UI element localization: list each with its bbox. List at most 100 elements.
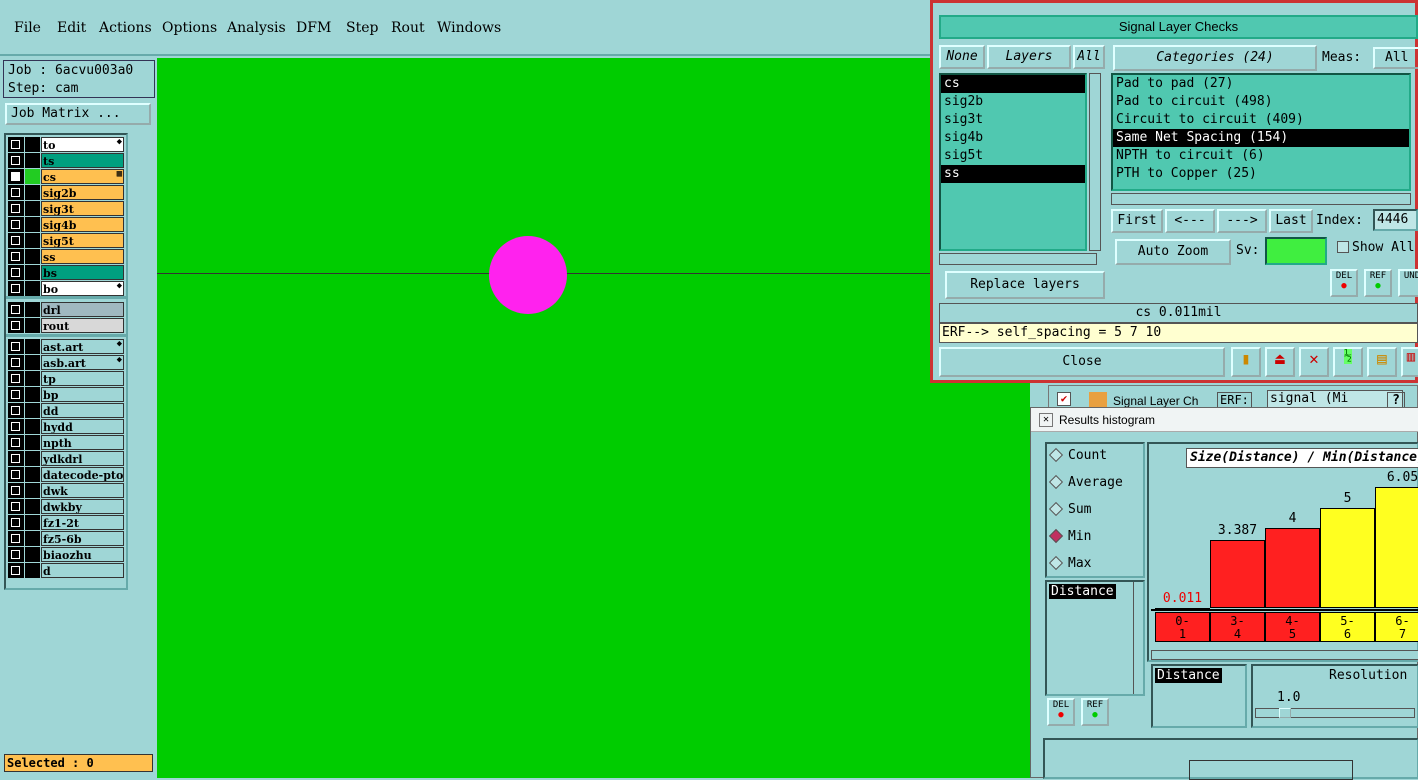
layer-checkbox[interactable] [8, 467, 24, 482]
bar-category-label[interactable]: 6- 7 [1375, 612, 1418, 642]
menu-dfm[interactable]: DFM [296, 20, 331, 36]
chart-hscrollbar[interactable] [1151, 650, 1418, 660]
layer-checkbox[interactable] [8, 233, 24, 248]
layer-row-hydd[interactable]: hydd [8, 419, 124, 434]
layer-checkbox[interactable] [8, 281, 24, 296]
distance-list[interactable]: Distance [1045, 580, 1145, 696]
layer-checkbox[interactable] [8, 265, 24, 280]
layer-color-swatch[interactable] [25, 185, 40, 200]
layer-name[interactable]: bp [41, 387, 124, 402]
layer-name[interactable]: dd [41, 403, 124, 418]
exit-icon[interactable]: ⏏ [1265, 347, 1295, 377]
layer-list-scrollbar[interactable] [1089, 73, 1101, 251]
replace-layers-dropdown[interactable]: Replace layers [945, 271, 1105, 299]
layer-name[interactable]: dwkby [41, 499, 124, 514]
layer-checkbox[interactable] [8, 403, 24, 418]
layer-color-swatch[interactable] [25, 499, 40, 514]
menu-options[interactable]: Options [162, 20, 217, 36]
layers-button[interactable]: Layers [987, 45, 1071, 69]
layer-checkbox[interactable] [8, 435, 24, 450]
layer-row-biaozhu[interactable]: biaozhu [8, 547, 124, 562]
category-list-item[interactable]: Pad to circuit (498) [1113, 93, 1409, 111]
layer-color-swatch[interactable] [25, 153, 40, 168]
layer-name[interactable]: datecode-pto [41, 467, 124, 482]
layer-color-swatch[interactable] [25, 403, 40, 418]
layer-checkbox[interactable] [8, 302, 24, 317]
index-input[interactable]: 4446 [1373, 209, 1418, 231]
layer-name[interactable]: ts [41, 153, 124, 168]
layer-name[interactable]: sig3t [41, 201, 124, 216]
category-list-item[interactable]: Circuit to circuit (409) [1113, 111, 1409, 129]
next-button[interactable]: ---> [1217, 209, 1267, 233]
layer-name[interactable]: asb.art [41, 355, 124, 370]
layer-color-swatch[interactable] [25, 217, 40, 232]
all-button[interactable]: All [1073, 45, 1105, 69]
layer-name[interactable]: ydkdrl [41, 451, 124, 466]
bar-category-label[interactable]: 0- 1 [1155, 612, 1210, 642]
layer-color-swatch[interactable] [25, 483, 40, 498]
close-button[interactable]: Close [939, 347, 1225, 377]
layer-checkbox[interactable] [8, 563, 24, 578]
layer-row-drl[interactable]: drl [8, 302, 124, 317]
report-icon[interactable]: ▤ [1367, 347, 1397, 377]
layer-row-tp[interactable]: tp [8, 371, 124, 386]
histogram-bar[interactable] [1210, 540, 1265, 608]
histogram-icon[interactable]: ▥ [1401, 347, 1418, 377]
layer-color-swatch[interactable] [25, 318, 40, 333]
layer-row-rout[interactable]: rout [8, 318, 124, 333]
layer-name[interactable]: bs [41, 265, 124, 280]
bar-category-label[interactable]: 5- 6 [1320, 612, 1375, 642]
histogram-bar[interactable] [1265, 528, 1320, 608]
layer-name[interactable]: biaozhu [41, 547, 124, 562]
layer-checkbox[interactable] [8, 371, 24, 386]
layer-row-d[interactable]: d [8, 563, 124, 578]
layer-name[interactable]: ast.art [41, 339, 124, 354]
layer-row-ss[interactable]: ss [8, 249, 124, 264]
layer-name[interactable]: d [41, 563, 124, 578]
layer-row-ast.art[interactable]: ast.art ◆ [8, 339, 124, 354]
layer-row-ts[interactable]: ts [8, 153, 124, 168]
ref-button[interactable]: REF ● [1364, 269, 1392, 297]
auto-zoom-dropdown[interactable]: Auto Zoom [1115, 239, 1231, 265]
layer-color-swatch[interactable] [25, 387, 40, 402]
layer-color-swatch[interactable] [25, 137, 40, 152]
menu-rout[interactable]: Rout [391, 20, 425, 36]
distance-list-scrollbar[interactable] [1133, 582, 1143, 694]
layer-list-hscrollbar[interactable] [939, 253, 1097, 265]
layer-checkbox[interactable] [8, 137, 24, 152]
sv-color-dropdown[interactable] [1265, 237, 1327, 265]
layer-row-bo[interactable]: bo ◆ [8, 281, 124, 296]
layer-list-box[interactable]: cs sig2b sig3t sig4b sig5t ss [939, 73, 1087, 251]
highlighted-pad[interactable] [489, 236, 567, 314]
layer-color-swatch[interactable] [25, 265, 40, 280]
layer-checkbox[interactable] [8, 318, 24, 333]
distance-field[interactable]: Distance [1155, 668, 1222, 683]
layer-checkbox[interactable] [8, 547, 24, 562]
layer-name[interactable]: to [41, 137, 124, 152]
layer-name[interactable]: ss [41, 249, 124, 264]
layer-row-asb.art[interactable]: asb.art ◆ [8, 355, 124, 370]
layer-row-dwk[interactable]: dwk [8, 483, 124, 498]
layer-checkbox[interactable] [8, 153, 24, 168]
layer-color-swatch[interactable] [25, 339, 40, 354]
layer-name[interactable]: bo [41, 281, 124, 296]
layer-color-swatch[interactable] [25, 355, 40, 370]
layer-row-ydkdrl[interactable]: ydkdrl [8, 451, 124, 466]
histogram-bar[interactable] [1320, 508, 1375, 608]
layer-row-datecode-pto[interactable]: datecode-pto [8, 467, 124, 482]
layer-color-swatch[interactable] [25, 201, 40, 216]
layer-checkbox[interactable] [8, 169, 24, 184]
layer-color-swatch[interactable] [25, 451, 40, 466]
layer-name[interactable]: sig5t [41, 233, 124, 248]
layer-color-swatch[interactable] [25, 281, 40, 296]
layer-color-swatch[interactable] [25, 169, 40, 184]
category-hscrollbar[interactable] [1111, 193, 1411, 205]
layer-checkbox[interactable] [8, 355, 24, 370]
layer-checkbox[interactable] [8, 483, 24, 498]
layer-name[interactable]: npth [41, 435, 124, 450]
layer-row-dwkby[interactable]: dwkby [8, 499, 124, 514]
layer-checkbox[interactable] [8, 185, 24, 200]
layer-checkbox[interactable] [8, 217, 24, 232]
prev-button[interactable]: <--- [1165, 209, 1215, 233]
last-button[interactable]: Last [1269, 209, 1313, 233]
